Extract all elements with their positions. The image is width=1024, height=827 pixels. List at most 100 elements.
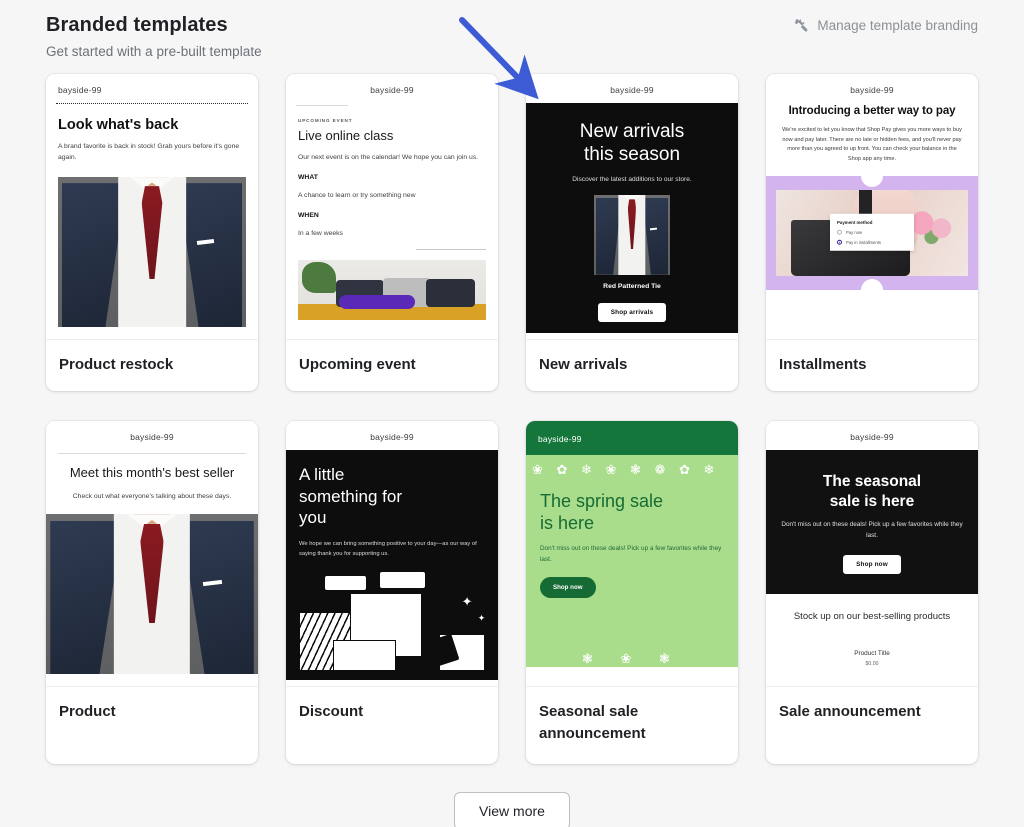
view-more-button[interactable]: View more [454,792,570,827]
product-title: Product Title [786,650,958,657]
template-title: Product [46,686,258,764]
preview-brand: bayside-99 [286,74,498,103]
preview-label-when: WHEN [298,210,486,221]
preview-brand: bayside-99 [766,421,978,450]
preview-body: Discover the latest additions to our sto… [526,176,738,183]
template-title: Discount [286,686,498,764]
preview-body: Our next event is on the calendar! We ho… [298,152,486,163]
template-card-seasonal-sale-announcement[interactable]: bayside-99 ❀ ✿ ❄ ❀ ❃ ❁ ✿ ❄ The spring sa… [526,421,738,764]
preview-label-what: WHAT [298,172,486,183]
template-card-installments[interactable]: bayside-99 Introducing a better way to p… [766,74,978,391]
rule [296,105,348,106]
notch-top [861,176,883,187]
preview-body: Check out what everyone's talking about … [46,491,258,502]
preview-brand: bayside-99 [526,74,738,103]
template-preview-discount: bayside-99 A little something for you We… [286,421,498,686]
preview-when: In a few weeks [298,228,486,239]
template-preview-new-arrivals: bayside-99 New arrivals this season Disc… [526,74,738,339]
preview-heading: Introducing a better way to pay [766,103,978,117]
rule [58,453,246,454]
product-price: $0.00 [786,661,958,667]
template-preview-installments: bayside-99 Introducing a better way to p… [766,74,978,339]
product-caption: Red Patterned Tie [526,283,738,290]
manage-template-branding-label: Manage template branding [817,18,978,33]
sofa-photo [298,260,486,320]
preview-heading: Look what's back [58,116,246,134]
notch-bottom [861,279,883,290]
template-grid: bayside-99 Look what's back A brand favo… [46,74,978,764]
view-more-container: View more [46,792,978,827]
template-title: Installments [766,339,978,391]
template-preview-product: bayside-99 Meet this month's best seller… [46,421,258,686]
preview-eyebrow: UPCOMING EVENT [298,118,486,123]
branded-templates-page: Branded templates Get started with a pre… [0,0,1024,827]
payment-option-pay-now: Pay now [837,230,907,235]
template-preview-upcoming-event: bayside-99 UPCOMING EVENT Live online cl… [286,74,498,339]
preview-brand: bayside-99 [538,434,582,444]
template-title: New arrivals [526,339,738,391]
floral-pattern-top: ❀ ✿ ❄ ❀ ❃ ❁ ✿ ❄ [526,463,738,476]
template-card-product[interactable]: bayside-99 Meet this month's best seller… [46,421,258,764]
preview-heading-line1: The seasonal [780,472,964,491]
installments-image-band: Payment method Pay now Pay in installmen… [766,176,978,290]
paint-roller-icon [793,17,810,34]
preview-heading: Meet this month's best seller [46,465,258,482]
page-subtitle: Get started with a pre-built template [46,44,978,59]
template-preview-sale-announcement: bayside-99 The seasonal sale is here Don… [766,421,978,686]
template-card-new-arrivals[interactable]: bayside-99 New arrivals this season Disc… [526,74,738,391]
preview-heading-line2: something for [299,486,485,507]
sale-hero-band: The seasonal sale is here Don't miss out… [766,450,978,593]
template-card-upcoming-event[interactable]: bayside-99 UPCOMING EVENT Live online cl… [286,74,498,391]
preview-body: Don't miss out on these deals! Pick up a… [780,520,964,542]
radio-selected-icon [837,240,842,245]
template-preview-product-restock: bayside-99 Look what's back A brand favo… [46,74,258,339]
spring-header-band: bayside-99 [526,421,738,455]
dotted-divider [56,103,248,104]
template-title: Product restock [46,339,258,391]
payment-option-label: Pay in installments [846,240,881,245]
preview-heading-line2: is here [540,513,724,534]
preview-heading-line3: you [299,507,485,528]
payment-method-title: Payment method [837,220,907,225]
spring-body: ❀ ✿ ❄ ❀ ❃ ❁ ✿ ❄ The spring sale is here … [526,455,738,667]
template-card-discount[interactable]: bayside-99 A little something for you We… [286,421,498,764]
preview-brand: bayside-99 [766,74,978,103]
rule-right [416,249,486,250]
floral-pattern-bottom: ❃ ❀ ❃ [526,652,738,665]
preview-heading-line1: New arrivals [536,121,728,144]
payment-method-card: Payment method Pay now Pay in installmen… [830,214,914,251]
product-photo [594,195,670,275]
suit-photo [46,514,258,674]
suit-photo [58,177,246,327]
preview-subheading: Stock up on our best-selling products [786,610,958,624]
template-preview-seasonal-sale: bayside-99 ❀ ✿ ❄ ❀ ❃ ❁ ✿ ❄ The spring sa… [526,421,738,686]
radio-icon [837,230,842,235]
preview-brand: bayside-99 [46,74,258,103]
preview-body: We hope we can bring something positive … [286,529,498,559]
preview-heading-line2: sale is here [780,492,964,511]
preview-heading-line2: this season [536,144,728,167]
template-card-product-restock[interactable]: bayside-99 Look what's back A brand favo… [46,74,258,391]
shop-now-button[interactable]: Shop now [843,555,901,574]
preview-heading-line1: The spring sale [540,491,724,512]
preview-body: Don't miss out on these deals! Pick up a… [526,534,738,566]
payment-option-pay-in-installments: Pay in installments [837,240,907,245]
bag-photo: Payment method Pay now Pay in installmen… [776,190,968,276]
preview-brand: bayside-99 [46,421,258,450]
preview-body: We're excited to let you know that Shop … [766,117,978,164]
gift-bags-illustration: ✦ ✦ [286,569,498,671]
template-title: Sale announcement [766,686,978,764]
template-title: Upcoming event [286,339,498,391]
preview-body: A brand favorite is back in stock! Grab … [58,141,246,163]
preview-heading-line1: A little [299,464,485,485]
page-header: Branded templates Get started with a pre… [46,0,978,59]
preview-heading: Live online class [298,128,486,145]
template-title: Seasonal sale announcement [526,686,738,764]
payment-option-label: Pay now [846,230,862,235]
preview-brand: bayside-99 [286,421,498,450]
preview-what: A chance to learn or try something new [298,190,486,201]
shop-arrivals-button[interactable]: Shop arrivals [598,303,666,322]
template-card-sale-announcement[interactable]: bayside-99 The seasonal sale is here Don… [766,421,978,764]
manage-template-branding-link[interactable]: Manage template branding [793,17,978,34]
shop-now-button[interactable]: Shop now [540,577,596,598]
